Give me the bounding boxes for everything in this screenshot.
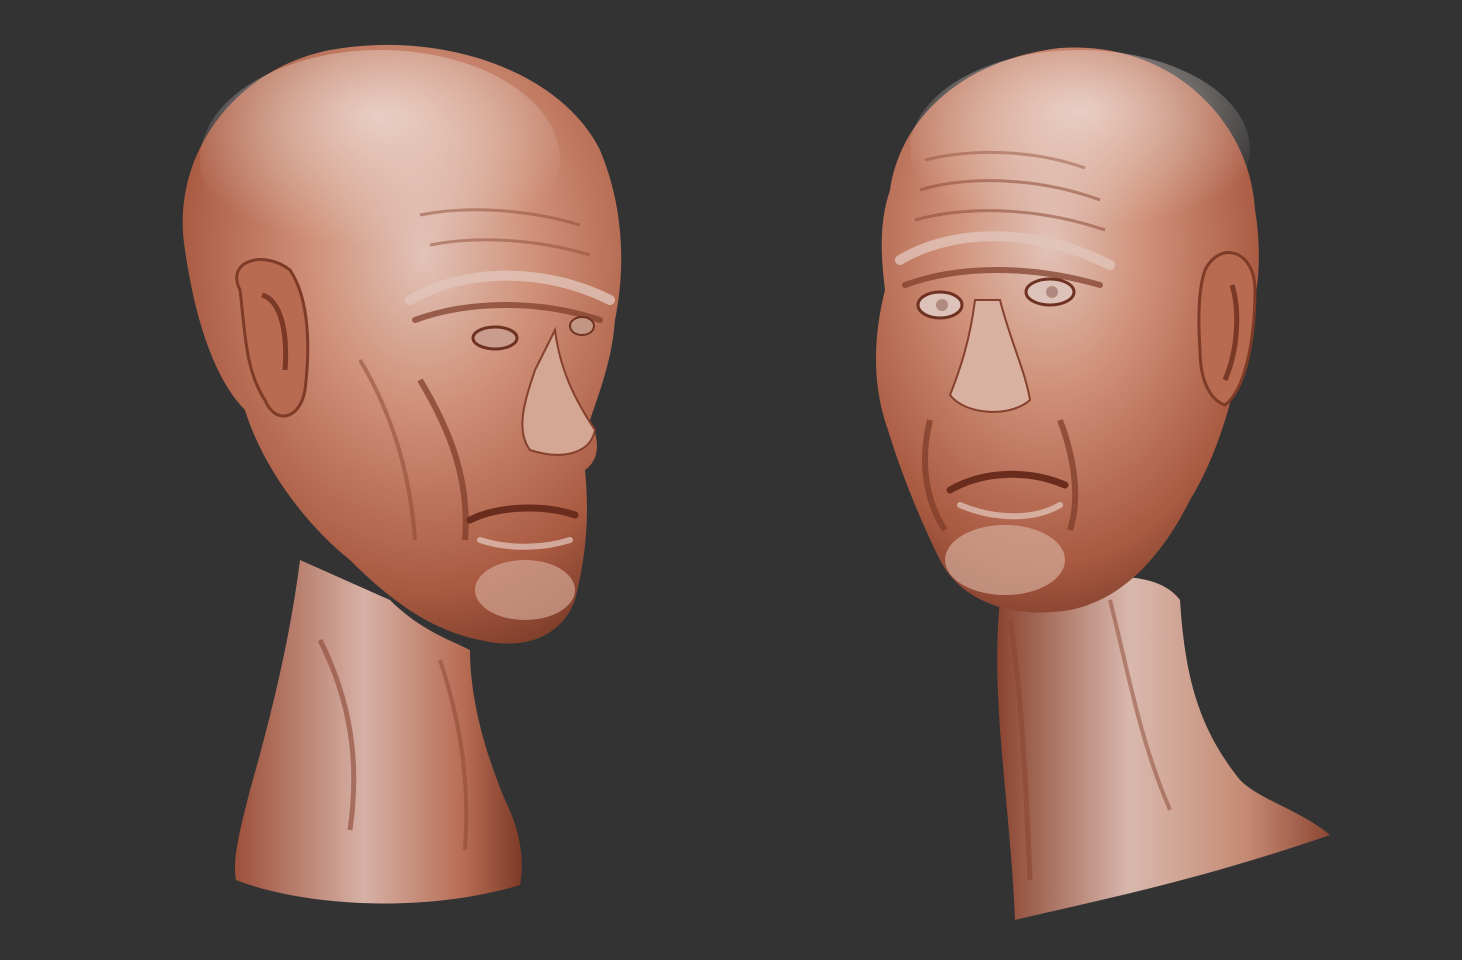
right-bust-ear [1197, 251, 1257, 407]
right-bust [875, 47, 1330, 920]
sculpt-render [182, 44, 1330, 920]
left-bust [182, 44, 622, 904]
right-bust-neck [997, 576, 1330, 920]
render-viewport [0, 0, 1462, 960]
left-bust-eye [471, 325, 519, 351]
